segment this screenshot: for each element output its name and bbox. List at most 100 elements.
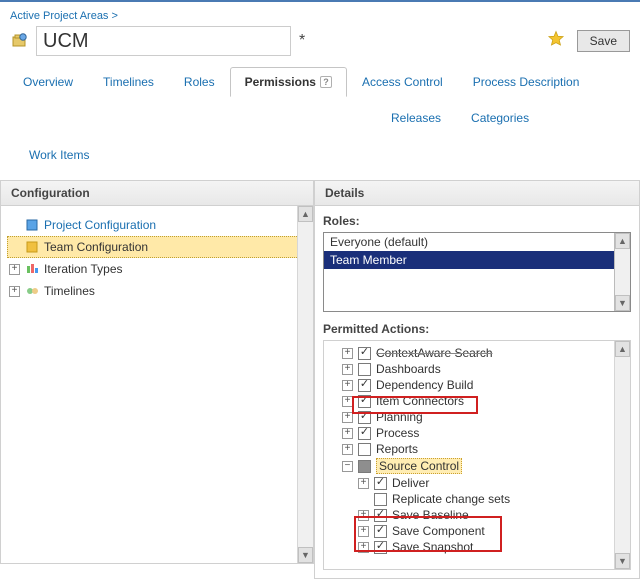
perm-label: Reports [376,442,418,456]
expander-blank [9,220,20,231]
perm-process[interactable]: + Process [342,425,626,441]
permitted-actions-label: Permitted Actions: [323,322,631,336]
favorite-icon[interactable] [547,30,565,53]
scroll-down-icon[interactable]: ▼ [298,547,313,563]
tab-timelines[interactable]: Timelines [88,66,169,96]
scrollbar[interactable]: ▲ ▼ [614,233,630,311]
tab-process-description[interactable]: Process Description [458,66,595,96]
details-header: Details [314,180,640,206]
perm-replicate-change-sets[interactable]: Replicate change sets [358,491,626,507]
checkbox[interactable] [374,541,387,554]
checkbox-mixed[interactable] [358,460,371,473]
scroll-up-icon[interactable]: ▲ [298,206,313,222]
checkbox[interactable] [358,427,371,440]
tab-permissions[interactable]: Permissions ? [230,67,347,97]
scroll-up-icon[interactable]: ▲ [615,233,630,249]
tab-releases[interactable]: Releases [376,103,456,132]
expander-icon[interactable]: + [342,364,353,375]
perm-label: Planning [376,410,423,424]
tabs-row-3: Work Items [0,133,640,180]
expander-icon[interactable]: + [342,444,353,455]
perm-label: Item Connectors [376,394,464,408]
tabs-row-1: Overview Timelines Roles Permissions ? A… [0,62,640,97]
tab-overview[interactable]: Overview [8,66,88,96]
perm-label: Dashboards [376,362,441,376]
checkbox[interactable] [358,379,371,392]
roles-label: Roles: [323,214,631,228]
scroll-down-icon[interactable]: ▼ [615,553,630,569]
tab-access-control[interactable]: Access Control [347,66,458,96]
checkbox[interactable] [374,477,387,490]
scroll-down-icon[interactable]: ▼ [615,295,630,311]
checkbox[interactable] [358,363,371,376]
tabs-row-2: Releases Categories [0,97,640,133]
perm-label: Process [376,426,419,440]
perm-reports[interactable]: + Reports [342,441,626,457]
perm-dashboards[interactable]: + Dashboards [342,361,626,377]
perm-label: Save Snapshot [392,540,473,554]
perm-save-snapshot[interactable]: + Save Snapshot [358,539,626,555]
expander-icon[interactable]: + [358,542,369,553]
expander-icon[interactable]: + [358,478,369,489]
tab-permissions-label: Permissions [245,75,316,89]
perm-deliver[interactable]: + Deliver [358,475,626,491]
expander-icon[interactable]: + [358,526,369,537]
expander-icon[interactable]: + [342,380,353,391]
permitted-actions-tree: ▲ ▼ + ContextAware Search + Dashboards [323,340,631,570]
tab-work-items[interactable]: Work Items [14,143,626,166]
iteration-types-icon [24,261,40,277]
perm-label: ContextAware Search [376,346,493,360]
header: * Save [0,26,640,62]
expander-icon[interactable]: − [342,461,353,472]
tree-item-timelines[interactable]: + Timelines [7,280,307,302]
tree-item-team-config[interactable]: Team Configuration [7,236,307,258]
scroll-up-icon[interactable]: ▲ [615,341,630,357]
perm-label: Dependency Build [376,378,473,392]
expander-icon[interactable]: + [9,264,20,275]
project-area-icon [10,31,30,51]
perm-planning[interactable]: + Planning [342,409,626,425]
checkbox[interactable] [358,347,371,360]
checkbox[interactable] [374,525,387,538]
expander-icon[interactable]: + [358,510,369,521]
expander-icon[interactable]: + [342,428,353,439]
expander-icon[interactable]: + [9,286,20,297]
expander-icon[interactable]: + [342,396,353,407]
tab-categories[interactable]: Categories [456,103,544,132]
checkbox[interactable] [374,493,387,506]
help-icon[interactable]: ? [320,76,332,88]
perm-save-component[interactable]: + Save Component [358,523,626,539]
save-button[interactable]: Save [577,30,630,52]
breadcrumb-link[interactable]: Active Project Areas > [10,10,118,22]
perm-source-control[interactable]: − Source Control [342,457,626,475]
configuration-header: Configuration [0,180,314,206]
checkbox[interactable] [374,509,387,522]
checkbox[interactable] [358,443,371,456]
scrollbar[interactable]: ▲ ▼ [297,206,313,563]
expander-icon[interactable]: + [342,412,353,423]
tree-label: Project Configuration [44,215,156,235]
breadcrumb: Active Project Areas > [0,2,640,26]
tree-item-iteration-types[interactable]: + Iteration Types [7,258,307,280]
role-option-everyone[interactable]: Everyone (default) [324,233,630,251]
project-name-input[interactable] [36,26,291,56]
expander-blank [358,494,369,505]
tree-item-project-config[interactable]: Project Configuration [7,214,307,236]
roles-listbox[interactable]: ▲ ▼ Everyone (default) Team Member [323,232,631,312]
perm-label: Replicate change sets [392,492,510,506]
scrollbar[interactable]: ▲ ▼ [614,341,630,569]
timelines-icon [24,283,40,299]
perm-contextaware-search[interactable]: + ContextAware Search [342,345,626,361]
tree-label: Timelines [44,281,95,301]
perm-dependency-build[interactable]: + Dependency Build [342,377,626,393]
role-option-team-member[interactable]: Team Member [324,251,630,269]
expander-icon[interactable]: + [342,348,353,359]
perm-item-connectors[interactable]: + Item Connectors [342,393,626,409]
tab-roles[interactable]: Roles [169,66,230,96]
perm-label: Deliver [392,476,429,490]
checkbox[interactable] [358,395,371,408]
perm-label: Source Control [376,458,462,474]
checkbox[interactable] [358,411,371,424]
configuration-tree: ▲ ▼ Project Configuration Team Configur [0,206,314,564]
perm-save-baseline[interactable]: + Save Baseline [358,507,626,523]
